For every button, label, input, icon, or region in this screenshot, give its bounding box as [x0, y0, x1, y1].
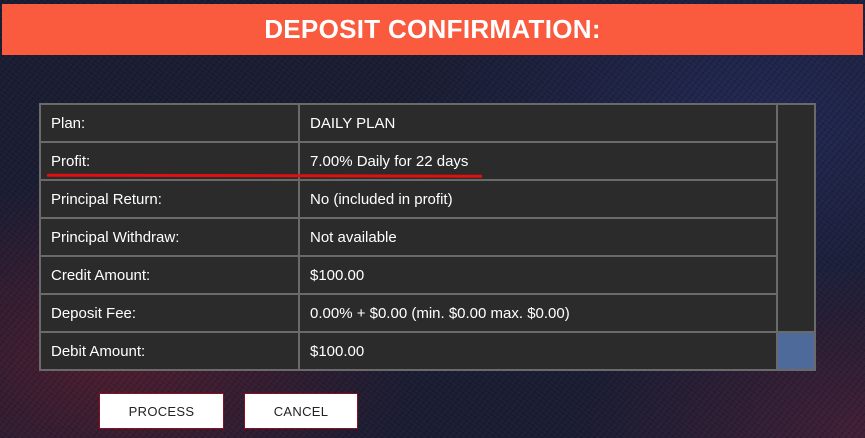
page-title: DEPOSIT CONFIRMATION: — [264, 14, 601, 44]
row-value: DAILY PLAN — [298, 103, 778, 143]
row-label: Debit Amount: — [39, 331, 300, 371]
table-row-deposit-fee: Deposit Fee: 0.00% + $0.00 (min. $0.00 m… — [39, 293, 815, 333]
table-scroll-thumb[interactable] — [776, 331, 816, 371]
page-header-banner: DEPOSIT CONFIRMATION: — [2, 4, 863, 55]
row-label: Profit: — [39, 141, 300, 181]
row-label: Plan: — [39, 103, 300, 143]
row-label: Principal Withdraw: — [39, 217, 300, 257]
table-row-principal-withdraw: Principal Withdraw: Not available — [39, 217, 815, 257]
deposit-details-table: Plan: DAILY PLAN Profit: 7.00% Daily for… — [39, 103, 816, 371]
table-row-debit-amount: Debit Amount: $100.00 — [39, 331, 816, 371]
cancel-button[interactable]: CANCEL — [244, 393, 358, 429]
row-value: 0.00% + $0.00 (min. $0.00 max. $0.00) — [298, 293, 778, 333]
row-value: $100.00 — [298, 331, 778, 371]
row-label: Principal Return: — [39, 179, 300, 219]
table-row-credit-amount: Credit Amount: $100.00 — [39, 255, 815, 295]
row-label: Deposit Fee: — [39, 293, 300, 333]
row-value: $100.00 — [298, 255, 778, 295]
row-value: 7.00% Daily for 22 days — [298, 141, 778, 181]
table-row-profit: Profit: 7.00% Daily for 22 days — [39, 141, 815, 181]
table-row-principal-return: Principal Return: No (included in profit… — [39, 179, 815, 219]
table-scroll-track[interactable] — [776, 103, 816, 333]
row-value: Not available — [298, 217, 778, 257]
row-value: No (included in profit) — [298, 179, 778, 219]
row-label: Credit Amount: — [39, 255, 300, 295]
process-button[interactable]: PROCESS — [99, 393, 224, 429]
table-row-plan: Plan: DAILY PLAN — [39, 103, 816, 333]
